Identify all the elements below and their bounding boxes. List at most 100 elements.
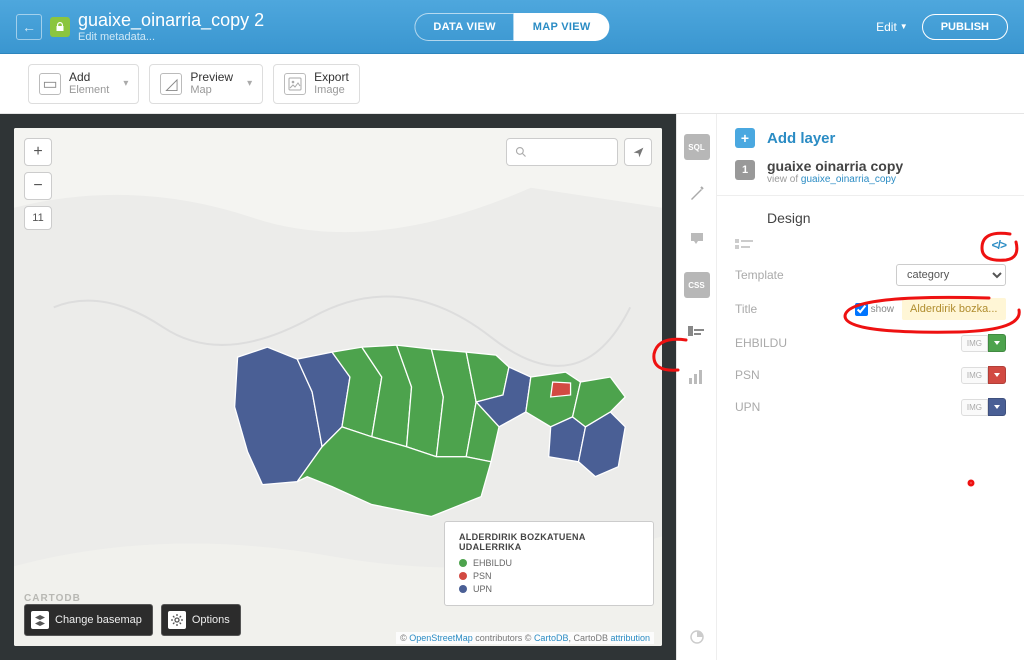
layers-icon [31,611,49,629]
rail-filters-icon[interactable] [684,364,710,390]
map-search [506,138,652,166]
map-container: + − 11 ALDERDIRIK BOZKATUENA UDALERRIKA … [0,114,676,660]
code-toggle[interactable]: </> [992,238,1006,252]
export-image-button[interactable]: ExportImage [273,64,360,104]
zoom-out-button[interactable]: − [24,172,52,200]
template-row: Template category [735,264,1006,286]
add-element-button[interactable]: ▭ AddElement ▾ [28,64,139,104]
category-label: PSN [735,368,760,382]
color-swatch[interactable] [988,366,1006,384]
legend-row: UPN [459,584,639,594]
legend-label: UPN [473,584,492,594]
view-toggle: DATA VIEW MAP VIEW [414,13,609,41]
osm-link[interactable]: OpenStreetMap [409,633,473,643]
side-rail: SQL CSS [676,114,716,660]
layer-source-link[interactable]: guaixe_oinarria_copy [801,174,896,185]
design-title: Design [735,210,1006,226]
cartodb-link[interactable]: CartoDB [534,633,569,643]
preview-map-button[interactable]: ◿ PreviewMap ▾ [149,64,263,104]
gear-icon [168,611,186,629]
preview-icon: ◿ [160,73,182,95]
design-panel: + Add layer 1 guaixe oinarria copy view … [716,114,1024,660]
template-select[interactable]: category [896,264,1006,286]
back-button[interactable]: ← [16,14,42,40]
search-icon [515,146,527,158]
image-icon [288,77,302,91]
zoom-level: 11 [24,206,52,230]
legend-design-icon [735,239,753,252]
rail-legend-icon[interactable] [684,318,710,344]
img-button[interactable]: IMG [961,367,988,384]
options-label: Options [192,614,230,626]
rail-options-icon[interactable] [684,624,710,650]
show-checkbox[interactable] [855,303,868,316]
secondary-toolbar: ▭ AddElement ▾ ◿ PreviewMap ▾ ExportImag… [0,54,1024,114]
rail-infowindow-icon[interactable] [684,226,710,252]
legend-title: ALDERDIRIK BOZKATUENA UDALERRIKA [459,532,639,552]
map-view-tab[interactable]: MAP VIEW [514,13,610,41]
change-basemap-button[interactable]: Change basemap [24,604,153,636]
zoom-in-button[interactable]: + [24,138,52,166]
body: + − 11 ALDERDIRIK BOZKATUENA UDALERRIKA … [0,114,1024,660]
rail-css-icon[interactable]: CSS [684,272,710,298]
show-label: show [871,304,894,315]
attribution-link[interactable]: attribution [610,633,650,643]
preview-label: Preview [190,71,233,84]
map-canvas[interactable]: + − 11 ALDERDIRIK BOZKATUENA UDALERRIKA … [14,128,662,646]
arrow-icon [632,146,645,159]
map-footer-buttons: Change basemap Options [24,604,241,636]
add-label: Add [69,71,109,84]
show-title-checkbox[interactable]: show [855,303,894,316]
lock-icon [50,17,70,37]
title-input[interactable]: Alderdirik bozka... [902,298,1006,320]
layer-source: view of guaixe_oinarria_copy [767,174,903,185]
publish-button[interactable]: PUBLISH [922,14,1008,40]
color-control[interactable]: IMG [961,334,1006,352]
title-row: Title show Alderdirik bozka... [735,298,1006,320]
category-label: UPN [735,400,760,414]
locate-button[interactable] [624,138,652,166]
add-layer-label: Add layer [767,130,835,147]
search-box[interactable] [506,138,618,166]
img-button[interactable]: IMG [961,335,988,352]
category-row: PSN IMG [735,366,1006,384]
template-label: Template [735,268,784,282]
caret-down-icon: ▾ [123,78,128,89]
edit-label: Edit [876,20,897,34]
add-layer-button[interactable]: + Add layer [735,128,1006,148]
page-title[interactable]: guaixe_oinarria_copy 2 [78,10,264,31]
rail-wizard-icon[interactable] [684,180,710,206]
layer-row[interactable]: 1 guaixe oinarria copy view of guaixe_oi… [735,158,1006,185]
add-element-icon: ▭ [39,73,61,95]
layer-name: guaixe oinarria copy [767,158,903,174]
img-button[interactable]: IMG [961,399,988,416]
title-label: Title [735,302,757,316]
swatch-icon [459,572,467,580]
plus-icon: + [735,128,755,148]
edit-menu[interactable]: Edit ▼ [876,20,908,34]
annotation-dot [967,474,975,492]
color-swatch[interactable] [988,334,1006,352]
export-label: Export [314,71,349,84]
swatch-icon [459,585,467,593]
color-control[interactable]: IMG [961,366,1006,384]
edit-metadata-link[interactable]: Edit metadata... [78,31,264,43]
category-row: EHBILDU IMG [735,334,1006,352]
rail-sql-icon[interactable]: SQL [684,134,710,160]
cartodb-logo: CARTODB [24,593,81,604]
preview-sub: Map [190,84,233,96]
legend-row: PSN [459,571,639,581]
change-basemap-label: Change basemap [55,614,142,626]
search-input[interactable] [533,146,603,158]
zoom-controls: + − 11 [24,138,52,230]
color-control[interactable]: IMG [961,398,1006,416]
top-header: ← guaixe_oinarria_copy 2 Edit metadata..… [0,0,1024,54]
color-swatch[interactable] [988,398,1006,416]
map-attribution: © OpenStreetMap contributors © CartoDB, … [396,632,654,644]
category-row: UPN IMG [735,398,1006,416]
data-view-tab[interactable]: DATA VIEW [414,13,513,41]
export-icon [284,73,306,95]
options-button[interactable]: Options [161,604,241,636]
legend-row: EHBILDU [459,558,639,568]
legend-label: PSN [473,571,492,581]
